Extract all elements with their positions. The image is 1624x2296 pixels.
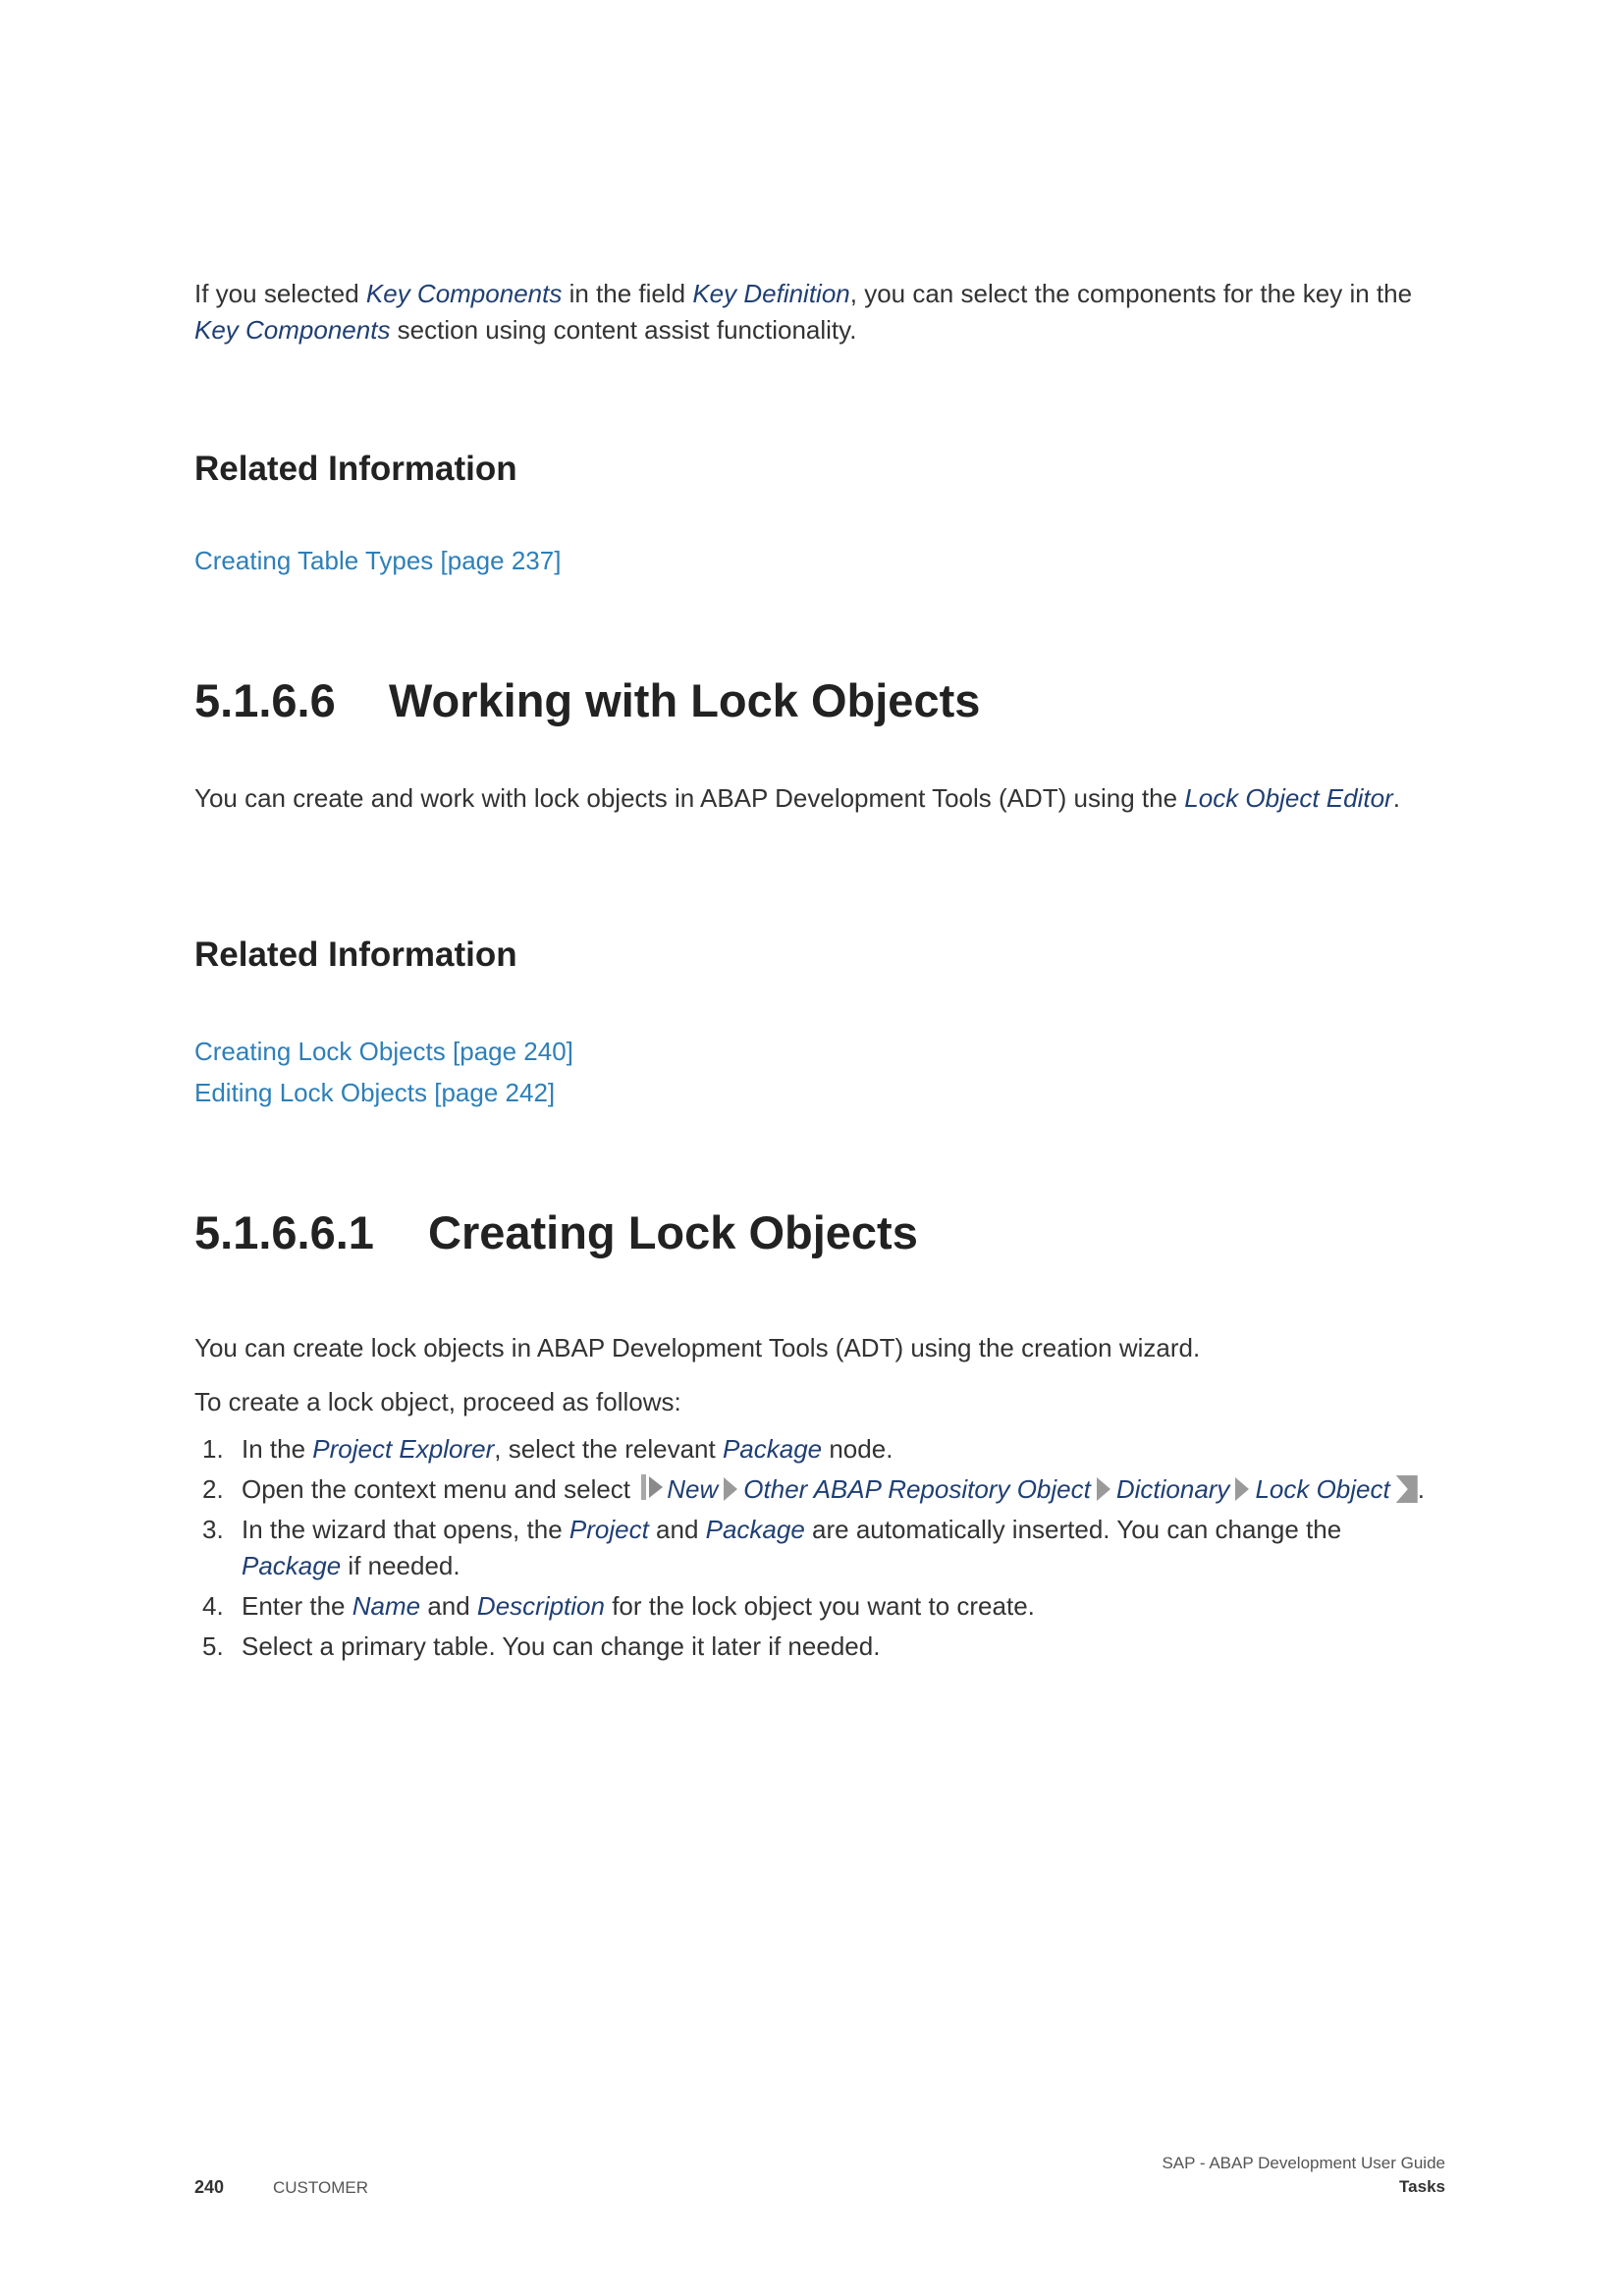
step-text: Enter the xyxy=(242,1591,352,1621)
step-4: 4. Enter the Name and Description for the… xyxy=(194,1588,1446,1625)
subsection-heading: 5.1.6.6.1 Creating Lock Objects xyxy=(194,1205,918,1259)
footer-doc-title: SAP - ABAP Development User Guide xyxy=(1162,2154,1445,2172)
term-package: Package xyxy=(722,1434,823,1464)
procedure-steps: 1. In the Project Explorer, select the re… xyxy=(194,1431,1446,1669)
link-editing-lock-objects[interactable]: Editing Lock Objects [page 242] xyxy=(194,1078,555,1108)
menu-separator-icon xyxy=(724,1477,738,1501)
paragraph-text: . xyxy=(1392,783,1400,813)
step-number: 2. xyxy=(202,1474,224,1504)
link-creating-lock-objects[interactable]: Creating Lock Objects [page 240] xyxy=(194,1037,573,1067)
step-text: if needed. xyxy=(341,1551,460,1580)
menu-path-start-icon xyxy=(639,1472,665,1502)
step-1: 1. In the Project Explorer, select the re… xyxy=(194,1431,1446,1468)
menu-item-lock-object: Lock Object xyxy=(1255,1474,1390,1504)
intro-text: , you can select the components for the … xyxy=(849,279,1413,308)
term-key-components: Key Components xyxy=(194,315,391,345)
section-number: 5.1.6.6 xyxy=(194,674,336,726)
menu-item-dictionary: Dictionary xyxy=(1115,1474,1230,1504)
section-intro-paragraph: You can create and work with lock object… xyxy=(194,780,1441,817)
step-text: are automatically inserted. You can chan… xyxy=(804,1515,1342,1544)
menu-item-other-abap-repository-object: Other ABAP Repository Object xyxy=(743,1474,1091,1504)
procedure-intro: To create a lock object, proceed as foll… xyxy=(194,1387,681,1416)
step-number: 5. xyxy=(202,1631,224,1661)
menu-separator-icon xyxy=(1096,1477,1110,1501)
term-package: Package xyxy=(705,1515,805,1544)
step-text: In the wizard that opens, the xyxy=(242,1515,569,1544)
menu-item-new: New xyxy=(667,1474,719,1504)
menu-path-end-icon xyxy=(1395,1475,1418,1503)
intro-paragraph: If you selected Key Components in the fi… xyxy=(194,276,1441,348)
page-number: 240 xyxy=(194,2177,225,2197)
step-text: node. xyxy=(822,1434,893,1464)
term-key-definition: Key Definition xyxy=(692,279,850,308)
term-key-components: Key Components xyxy=(365,279,563,308)
term-name: Name xyxy=(352,1591,421,1621)
footer-label: CUSTOMER xyxy=(273,2178,368,2197)
intro-text: If you selected xyxy=(194,279,366,308)
step-2: 2. Open the context menu and select New Ot… xyxy=(194,1471,1446,1508)
step-text: In the xyxy=(242,1434,313,1464)
footer-chapter: Tasks xyxy=(1399,2177,1445,2196)
step-number: 4. xyxy=(202,1591,224,1621)
menu-separator-icon xyxy=(1235,1477,1250,1501)
step-3: 3. In the wizard that opens, the Project … xyxy=(194,1512,1446,1584)
step-text: and xyxy=(648,1515,706,1544)
step-text: . xyxy=(1417,1474,1425,1504)
term-project-explorer: Project Explorer xyxy=(312,1434,495,1464)
section-title: Working with Lock Objects xyxy=(389,674,981,726)
subsection-number: 5.1.6.6.1 xyxy=(194,1206,374,1258)
step-number: 3. xyxy=(202,1515,224,1544)
paragraph-text: You can create and work with lock object… xyxy=(194,783,1185,813)
step-text: Select a primary table. You can change i… xyxy=(242,1631,881,1661)
subsection-title: Creating Lock Objects xyxy=(428,1206,918,1258)
intro-text: in the field xyxy=(562,279,693,308)
step-text: and xyxy=(420,1591,477,1621)
link-creating-table-types[interactable]: Creating Table Types [page 237] xyxy=(194,546,561,576)
term-package: Package xyxy=(242,1551,342,1580)
intro-text: section using content assist functionali… xyxy=(390,315,857,345)
section-heading: 5.1.6.6 Working with Lock Objects xyxy=(194,673,980,727)
term-project: Project xyxy=(568,1515,649,1544)
term-description: Description xyxy=(476,1591,605,1621)
related-information-heading: Related Information xyxy=(194,450,517,488)
step-5: 5. Select a primary table. You can change… xyxy=(194,1629,1446,1665)
step-text: Open the context menu and select xyxy=(242,1474,638,1504)
term-lock-object-editor: Lock Object Editor xyxy=(1184,783,1393,813)
step-text: , select the relevant xyxy=(494,1434,723,1464)
subsection-intro-paragraph: You can create lock objects in ABAP Deve… xyxy=(194,1333,1201,1362)
step-number: 1. xyxy=(202,1434,224,1464)
step-text: for the lock object you want to create. xyxy=(604,1591,1035,1621)
related-information-heading: Related Information xyxy=(194,935,517,974)
